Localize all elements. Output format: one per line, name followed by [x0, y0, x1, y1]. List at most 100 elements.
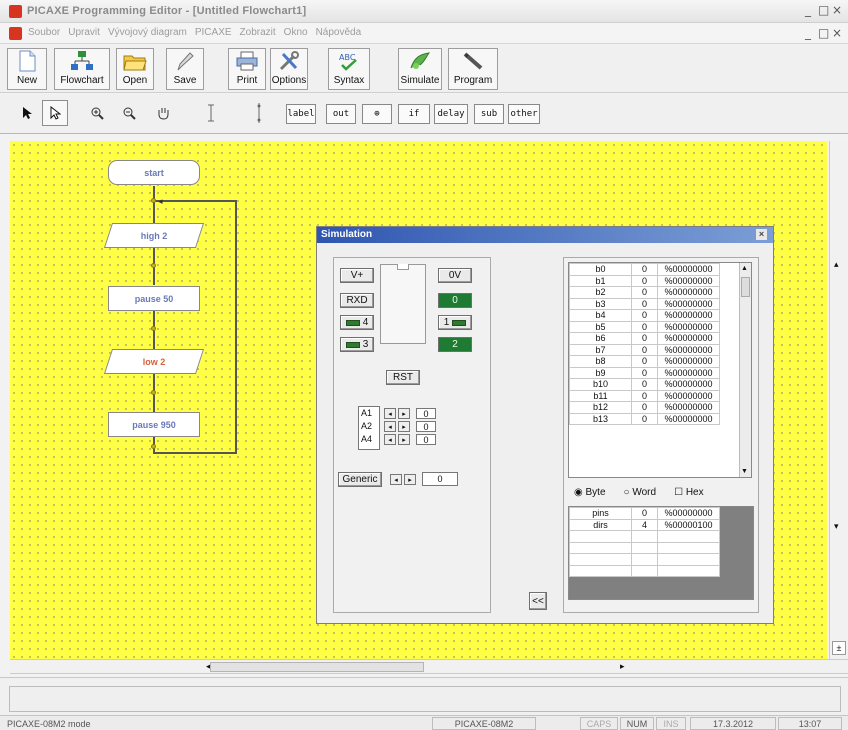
scroll-thumb[interactable]: [741, 277, 750, 297]
new-button[interactable]: New: [7, 48, 47, 90]
arrow-icon[interactable]: [14, 100, 40, 126]
menu-soubor[interactable]: Soubor: [28, 27, 60, 38]
label-tool-button[interactable]: label: [286, 104, 316, 124]
save-button[interactable]: Save: [166, 48, 204, 90]
register-row[interactable]: b1 0 %00000000: [569, 274, 720, 287]
if-tool-button[interactable]: if: [398, 104, 430, 124]
math-tool-button[interactable]: ⊕: [362, 104, 392, 124]
menu-zobrazit[interactable]: Zobrazit: [240, 27, 276, 38]
vertical-scrollbar[interactable]: ▴ ▾ ±: [829, 141, 848, 659]
sub-tool-button[interactable]: sub: [474, 104, 504, 124]
scroll-down-icon[interactable]: ▾: [834, 521, 839, 532]
registers-table[interactable]: b0 0 %00000000 b1 0 %00000000 b2 0 %00000000 b3 0%…: [568, 262, 752, 478]
menu-picaxe[interactable]: PICAXE: [195, 27, 232, 38]
a1-value[interactable]: 0: [416, 408, 436, 419]
delay-tool-button[interactable]: delay: [434, 104, 468, 124]
flow-low-block[interactable]: low 2: [108, 349, 200, 374]
a2-decrease-button[interactable]: ◂: [384, 421, 396, 432]
rxd-pin[interactable]: RXD: [340, 293, 374, 308]
flowchart-button[interactable]: Flowchart: [54, 48, 110, 90]
menu-upravit[interactable]: Upravit: [68, 27, 100, 38]
register-value: 0: [631, 378, 658, 391]
menu-napoveda[interactable]: Nápověda: [316, 27, 362, 38]
register-row[interactable]: b5 0 %00000000: [569, 320, 720, 333]
register-row[interactable]: b9 0 %00000000: [569, 366, 720, 379]
a4-value[interactable]: 0: [416, 434, 436, 445]
input-pin-1[interactable]: 1: [438, 315, 472, 330]
zoom-in-icon[interactable]: [84, 100, 110, 126]
flow-high-block[interactable]: high 2: [108, 223, 200, 248]
close-button[interactable]: ×: [832, 3, 842, 17]
connector-icon[interactable]: [246, 100, 272, 126]
a1-decrease-button[interactable]: ◂: [384, 408, 396, 419]
a4-decrease-button[interactable]: ◂: [384, 434, 396, 445]
input-pin-3[interactable]: 3: [340, 337, 374, 352]
a2-value[interactable]: 0: [416, 421, 436, 432]
child-close-button[interactable]: ×: [832, 26, 842, 40]
scroll-down-icon[interactable]: ▼: [741, 468, 748, 475]
register-row[interactable]: b7 0 %00000000: [569, 343, 720, 356]
simulate-button[interactable]: Simulate: [398, 48, 442, 90]
register-row[interactable]: b12 0 %00000000: [569, 401, 720, 414]
a4-increase-button[interactable]: ▸: [398, 434, 410, 445]
byte-radio[interactable]: ◉ Byte: [574, 487, 606, 498]
menu-vyvojovy-diagram[interactable]: Vývojový diagram: [108, 27, 187, 38]
generic-increase-button[interactable]: ▸: [404, 474, 416, 485]
simulate-icon: [408, 50, 432, 72]
options-button[interactable]: Options: [270, 48, 308, 90]
zoom-corner-button[interactable]: ±: [832, 641, 846, 655]
program-button[interactable]: Program: [448, 48, 498, 90]
port-row[interactable]: pins 0 %00000000: [569, 507, 720, 520]
open-button[interactable]: Open: [116, 48, 154, 90]
horizontal-scrollbar[interactable]: ◂ ▸: [10, 659, 848, 674]
generic-decrease-button[interactable]: ◂: [390, 474, 402, 485]
child-restore-button[interactable]: □: [818, 26, 829, 40]
pan-hand-icon[interactable]: [150, 100, 176, 126]
flowchart-toolbar: label out ⊕ if delay sub other: [0, 94, 848, 134]
flow-pause-block[interactable]: pause 950: [108, 412, 200, 437]
flow-start-block[interactable]: start: [108, 160, 200, 185]
zoom-out-icon[interactable]: [116, 100, 142, 126]
maximize-button[interactable]: □: [818, 3, 829, 17]
register-row[interactable]: b3 0 %00000000: [569, 297, 720, 310]
hex-checkbox[interactable]: ☐ Hex: [674, 487, 704, 498]
syntax-button[interactable]: ABC Syntax: [328, 48, 370, 90]
a2-increase-button[interactable]: ▸: [398, 421, 410, 432]
register-row[interactable]: b2 0 %00000000: [569, 286, 720, 299]
scroll-up-icon[interactable]: ▴: [834, 259, 839, 270]
scroll-right-icon[interactable]: ▸: [620, 661, 625, 672]
generic-value[interactable]: 0: [422, 472, 458, 486]
ports-table[interactable]: pins 0 %00000000 dirs 4 %00000100: [568, 506, 754, 600]
child-minimize-button[interactable]: _: [805, 26, 811, 40]
register-row[interactable]: b8 0 %00000000: [569, 355, 720, 368]
line-icon[interactable]: [198, 100, 224, 126]
port-row[interactable]: dirs 4 %00000100: [569, 518, 720, 531]
select-icon[interactable]: [42, 100, 68, 126]
simulation-close-button[interactable]: ×: [756, 229, 767, 240]
minimize-button[interactable]: _: [805, 3, 811, 17]
scroll-thumb[interactable]: [210, 662, 424, 672]
menu-okno[interactable]: Okno: [284, 27, 308, 38]
register-row[interactable]: b11 0 %00000000: [569, 389, 720, 402]
a1-increase-button[interactable]: ▸: [398, 408, 410, 419]
out-tool-button[interactable]: out: [326, 104, 356, 124]
input-pin-4[interactable]: 4: [340, 315, 374, 330]
print-button[interactable]: Print: [228, 48, 266, 90]
register-row[interactable]: b0 0 %00000000: [569, 263, 720, 276]
register-row[interactable]: b6 0 %00000000: [569, 332, 720, 345]
other-tool-button[interactable]: other: [508, 104, 540, 124]
register-name: b8: [569, 355, 632, 368]
register-row[interactable]: b13 0 %00000000: [569, 412, 720, 425]
flow-pause-block[interactable]: pause 50: [108, 286, 200, 311]
ground-pin: 0V: [438, 268, 472, 283]
reset-button[interactable]: RST: [386, 370, 420, 385]
collapse-button[interactable]: <<: [529, 592, 547, 610]
word-radio[interactable]: ○ Word: [624, 487, 657, 498]
registers-scrollbar[interactable]: ▲ ▼: [739, 263, 751, 477]
register-row[interactable]: b10 0 %00000000: [569, 378, 720, 391]
flowchart-icon: [70, 50, 94, 72]
register-row[interactable]: b4 0 %00000000: [569, 309, 720, 322]
loop-arrow-icon: ◂: [158, 196, 163, 206]
register-name: b1: [569, 274, 632, 287]
scroll-up-icon[interactable]: ▲: [741, 265, 748, 272]
